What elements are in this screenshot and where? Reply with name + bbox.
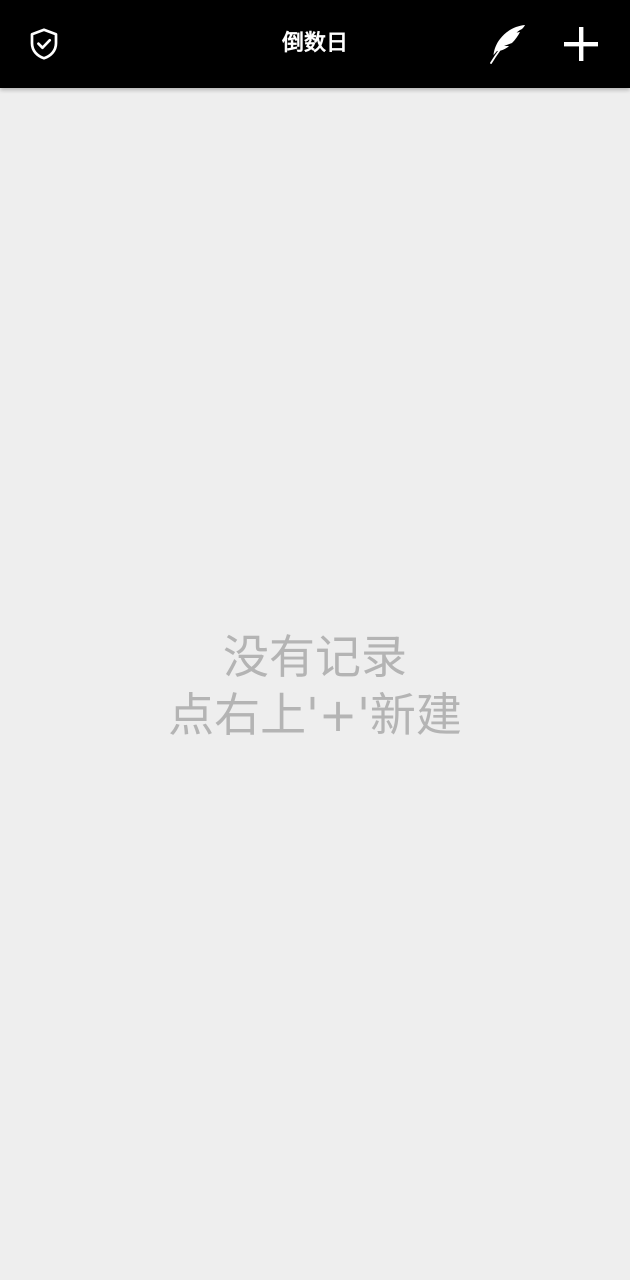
page-title: 倒数日 <box>281 31 348 56</box>
add-button[interactable] <box>555 18 607 70</box>
feather-icon <box>485 22 529 66</box>
empty-title: 没有记录 <box>223 630 407 684</box>
feather-button[interactable] <box>481 18 533 70</box>
empty-state-message: 没有记录 点右上'+'新建 <box>0 628 630 744</box>
plus-icon <box>563 26 599 62</box>
shield-check-icon <box>26 26 62 62</box>
privacy-button[interactable] <box>18 18 70 70</box>
top-app-bar: 倒数日 <box>0 0 630 88</box>
app-root: 倒数日 没有记录 点右上'+'新建 <box>0 0 630 1280</box>
empty-hint: 点右上'+'新建 <box>168 688 462 742</box>
